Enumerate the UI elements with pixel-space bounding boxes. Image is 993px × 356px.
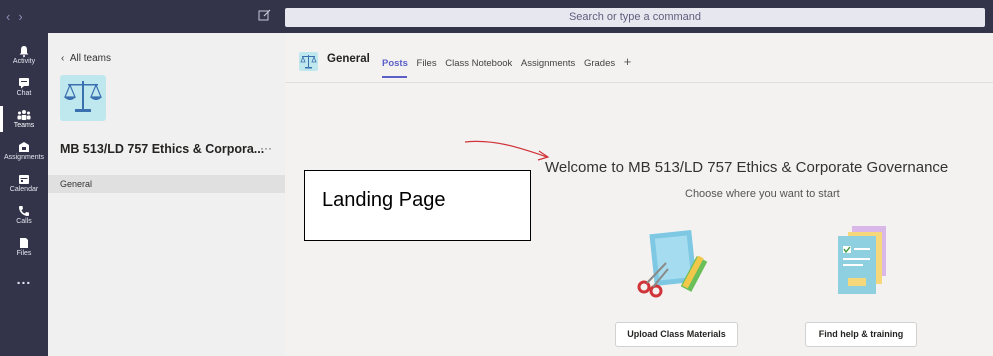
chevron-right-icon[interactable]: › bbox=[18, 9, 30, 24]
compose-icon[interactable] bbox=[258, 8, 272, 22]
channel-item-general[interactable]: General bbox=[48, 175, 285, 193]
active-tab-indicator bbox=[382, 76, 407, 78]
rail-label: Assignments bbox=[3, 154, 45, 161]
tab-posts[interactable]: Posts bbox=[382, 58, 408, 69]
bell-icon bbox=[19, 46, 29, 57]
app-rail: Activity Chat Teams Assignments Calendar… bbox=[0, 33, 48, 356]
annotation-callout: Landing Page bbox=[304, 170, 531, 241]
assignments-icon bbox=[19, 142, 29, 152]
upload-class-materials-button[interactable]: Upload Class Materials bbox=[615, 322, 738, 347]
all-teams-label: All teams bbox=[69, 53, 112, 64]
chevron-left-icon: ‹ bbox=[61, 53, 70, 64]
rail-item-activity[interactable]: Activity bbox=[0, 45, 48, 65]
chat-icon bbox=[19, 78, 29, 89]
phone-icon bbox=[19, 206, 29, 216]
rail-label: Chat bbox=[16, 90, 32, 97]
more-options-icon[interactable]: ··· bbox=[260, 141, 272, 155]
team-pane: ‹ All teams MB 513/LD 757 Ethics & Corpo… bbox=[48, 33, 285, 356]
rail-item-calendar[interactable]: Calendar bbox=[0, 173, 48, 193]
chevron-left-icon[interactable]: ‹ bbox=[6, 9, 18, 24]
scales-icon bbox=[300, 55, 317, 69]
tab-grades[interactable]: Grades bbox=[584, 58, 615, 69]
choose-subtitle: Choose where you want to start bbox=[685, 188, 840, 200]
scales-icon bbox=[64, 81, 102, 112]
welcome-heading: Welcome to MB 513/LD 757 Ethics & Corpor… bbox=[545, 159, 949, 176]
tab-bar: Posts Files Class Notebook Assignments G… bbox=[382, 54, 637, 69]
rail-label: Files bbox=[16, 250, 32, 257]
all-teams-link[interactable]: ‹ All teams bbox=[61, 53, 111, 64]
rail-item-calls[interactable]: Calls bbox=[0, 205, 48, 225]
tab-assignments[interactable]: Assignments bbox=[521, 58, 575, 69]
channel-header: General Posts Files Class Notebook Assig… bbox=[285, 33, 993, 83]
history-nav: ‹› bbox=[6, 9, 31, 24]
channel-title: General bbox=[327, 53, 370, 65]
teams-icon bbox=[17, 110, 31, 120]
channel-icon bbox=[299, 52, 318, 71]
find-help-training-button[interactable]: Find help & training bbox=[805, 322, 917, 347]
tab-files[interactable]: Files bbox=[417, 58, 437, 69]
rail-label: Calls bbox=[16, 218, 32, 225]
rail-label: Activity bbox=[12, 58, 36, 65]
annotation-arrow bbox=[464, 140, 550, 161]
team-avatar bbox=[60, 75, 106, 121]
calendar-icon bbox=[19, 175, 29, 184]
team-name[interactable]: MB 513/LD 757 Ethics & Corpora... bbox=[60, 142, 264, 156]
more-icon[interactable]: ... bbox=[0, 271, 48, 287]
tab-class-notebook[interactable]: Class Notebook bbox=[445, 58, 512, 69]
rail-item-assignments[interactable]: Assignments bbox=[0, 141, 48, 161]
search-input[interactable]: Search or type a command bbox=[285, 8, 985, 27]
rail-label: Calendar bbox=[9, 186, 39, 193]
rail-item-teams[interactable]: Teams bbox=[0, 106, 48, 132]
rail-label: Teams bbox=[13, 122, 35, 129]
annotation-label: Landing Page bbox=[322, 189, 446, 211]
file-icon bbox=[20, 238, 28, 248]
rail-item-chat[interactable]: Chat bbox=[0, 77, 48, 97]
folders-illustration bbox=[838, 226, 886, 294]
notebook-scissors-illustration bbox=[637, 229, 708, 298]
top-bar: ‹› Search or type a command bbox=[0, 0, 993, 33]
add-tab-icon[interactable]: + bbox=[624, 54, 632, 69]
rail-item-files[interactable]: Files bbox=[0, 237, 48, 257]
